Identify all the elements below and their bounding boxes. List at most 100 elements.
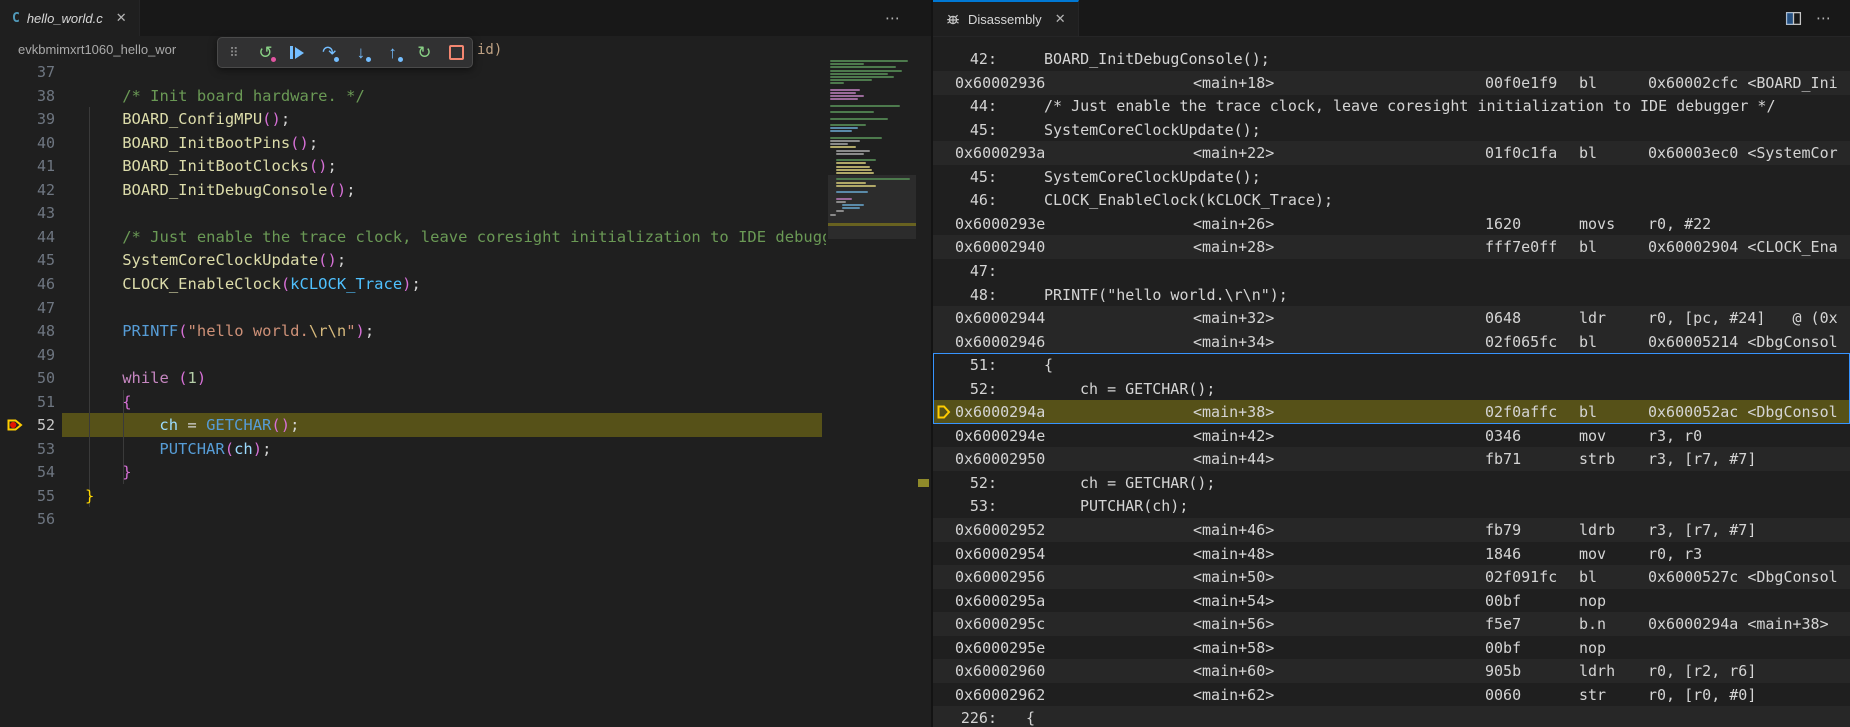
line-number[interactable]: 56 bbox=[0, 507, 55, 531]
line-number[interactable]: 43 bbox=[0, 201, 55, 225]
line-number[interactable]: 42 bbox=[0, 178, 55, 202]
minimap-code-bar bbox=[830, 140, 860, 142]
overview-ruler-scrollbar[interactable] bbox=[916, 36, 931, 727]
code-line-43[interactable]: 43 bbox=[0, 201, 826, 225]
line-number[interactable]: 50 bbox=[0, 366, 55, 390]
step-over-button[interactable]: ↷ bbox=[317, 41, 341, 65]
code-line-47[interactable]: 47 bbox=[0, 296, 826, 320]
line-number[interactable]: 40 bbox=[0, 131, 55, 155]
more-actions-icon[interactable]: ⋯ bbox=[1816, 9, 1832, 27]
disasm-source-line-row[interactable]: 45:SystemCoreClockUpdate(); bbox=[933, 118, 1850, 142]
disasm-instruction-row-0x6000294a[interactable]: 0x6000294a<main+38>02f0affcbl0x600052ac … bbox=[933, 400, 1850, 424]
line-number[interactable]: 54 bbox=[0, 460, 55, 484]
line-number[interactable]: 51 bbox=[0, 390, 55, 414]
stop-icon bbox=[449, 45, 464, 60]
disasm-instruction-row-0x60002962[interactable]: 0x60002962<main+62>0060strr0, [r0, #0] bbox=[933, 683, 1850, 707]
disasm-instruction-row-0x6000295e[interactable]: 0x6000295e<main+58>00bfnop bbox=[933, 636, 1850, 660]
code-line-38[interactable]: 38/* Init board hardware. */ bbox=[0, 84, 826, 108]
machine-code: 00f0e1f9 bbox=[1485, 71, 1557, 95]
mnemonic: bl bbox=[1579, 235, 1597, 259]
code-line-55[interactable]: 55} bbox=[0, 484, 826, 508]
disasm-source-line-row[interactable]: 52:ch = GETCHAR(); bbox=[933, 471, 1850, 495]
code-line-51[interactable]: 51{ bbox=[0, 390, 826, 414]
code-line-45[interactable]: 45SystemCoreClockUpdate(); bbox=[0, 248, 826, 272]
line-number[interactable]: 47 bbox=[0, 296, 55, 320]
disasm-instruction-row-0x6000295c[interactable]: 0x6000295c<main+56>f5e7b.n0x6000294a <ma… bbox=[933, 612, 1850, 636]
disasm-instruction-row-0x60002936[interactable]: 0x60002936<main+18>00f0e1f9bl0x60002cfc … bbox=[933, 71, 1850, 95]
reset-device-button[interactable]: ↺ bbox=[254, 41, 278, 65]
line-number[interactable]: 38 bbox=[0, 84, 55, 108]
stop-button[interactable] bbox=[444, 41, 468, 65]
symbol-offset: <main+32> bbox=[1193, 306, 1274, 330]
code-text: BOARD_InitBootPins(); bbox=[122, 131, 318, 155]
code-line-54[interactable]: 54} bbox=[0, 460, 826, 484]
line-number[interactable]: 49 bbox=[0, 343, 55, 367]
code-editor[interactable]: 3738/* Init board hardware. */39BOARD_Co… bbox=[0, 64, 826, 727]
code-line-46[interactable]: 46CLOCK_EnableClock(kCLOCK_Trace); bbox=[0, 272, 826, 296]
code-line-49[interactable]: 49 bbox=[0, 343, 826, 367]
drag-handle-button[interactable]: ⠿ bbox=[222, 41, 246, 65]
code-line-50[interactable]: 50while (1) bbox=[0, 366, 826, 390]
disasm-source-line-row[interactable]: 47: bbox=[933, 259, 1850, 283]
disasm-source-line-row[interactable]: 46:CLOCK_EnableClock(kCLOCK_Trace); bbox=[933, 188, 1850, 212]
disasm-instruction-row-0x60002960[interactable]: 0x60002960<main+60>905bldrhr0, [r2, r6] bbox=[933, 659, 1850, 683]
code-line-53[interactable]: 53PUTCHAR(ch); bbox=[0, 437, 826, 461]
split-editor-icon[interactable] bbox=[1785, 10, 1802, 27]
disasm-source-line-row[interactable]: 48:PRINTF("hello world.\r\n"); bbox=[933, 283, 1850, 307]
line-number[interactable]: 53 bbox=[0, 437, 55, 461]
code-line-48[interactable]: 48PRINTF("hello world.\r\n"); bbox=[0, 319, 826, 343]
instruction-address: 0x6000293e bbox=[955, 212, 1045, 236]
code-line-42[interactable]: 42BOARD_InitDebugConsole(); bbox=[0, 178, 826, 202]
line-number[interactable]: 41 bbox=[0, 154, 55, 178]
disasm-instruction-row-0x60002946[interactable]: 0x60002946<main+34>02f065fcbl0x60005214 … bbox=[933, 330, 1850, 354]
continue-button[interactable] bbox=[285, 41, 309, 65]
step-out-button[interactable]: ↑ bbox=[381, 41, 405, 65]
disasm-instruction-row-0x6000293a[interactable]: 0x6000293a<main+22>01f0c1fabl0x60003ec0 … bbox=[933, 141, 1850, 165]
disasm-instruction-row-0x6000295a[interactable]: 0x6000295a<main+54>00bfnop bbox=[933, 589, 1850, 613]
code-line-44[interactable]: 44/* Just enable the trace clock, leave … bbox=[0, 225, 826, 249]
code-line-41[interactable]: 41BOARD_InitBootClocks(); bbox=[0, 154, 826, 178]
disasm-instruction-row-0x60002952[interactable]: 0x60002952<main+46>fb79ldrbr3, [r7, #7] bbox=[933, 518, 1850, 542]
close-tab-icon[interactable]: ✕ bbox=[1055, 11, 1066, 27]
line-number[interactable]: 46 bbox=[0, 272, 55, 296]
disasm-source-line-row[interactable]: 52:ch = GETCHAR(); bbox=[933, 377, 1850, 401]
code-line-52[interactable]: 52ch = GETCHAR(); bbox=[0, 413, 826, 437]
line-number[interactable]: 55 bbox=[0, 484, 55, 508]
minimap-code-bar bbox=[830, 66, 896, 68]
close-tab-icon[interactable]: ✕ bbox=[116, 10, 127, 26]
disasm-instruction-row-0x60002940[interactable]: 0x60002940<main+28>fff7e0ffbl0x60002904 … bbox=[933, 235, 1850, 259]
line-number[interactable]: 44 bbox=[0, 225, 55, 249]
disasm-source-line-row[interactable]: 51:{ bbox=[933, 353, 1850, 377]
minimap[interactable] bbox=[828, 57, 916, 617]
machine-code: fb71 bbox=[1485, 447, 1521, 471]
line-number[interactable]: 39 bbox=[0, 107, 55, 131]
disasm-instruction-row-0x60002944[interactable]: 0x60002944<main+32>0648ldrr0, [pc, #24] … bbox=[933, 306, 1850, 330]
disasm-instruction-row-0x60002956[interactable]: 0x60002956<main+50>02f091fcbl0x6000527c … bbox=[933, 565, 1850, 589]
disasm-instruction-row-0x6000293e[interactable]: 0x6000293e<main+26>1620movsr0, #22 bbox=[933, 212, 1850, 236]
minimap-code-bar bbox=[830, 73, 888, 75]
disasm-source-line-row[interactable]: 226:{ bbox=[933, 706, 1850, 727]
disassembly-view[interactable]: 42:BOARD_InitDebugConsole();0x60002936<m… bbox=[933, 36, 1850, 727]
machine-code: 01f0c1fa bbox=[1485, 141, 1557, 165]
tab-disassembly[interactable]: Disassembly ✕ bbox=[933, 0, 1079, 36]
mnemonic: bl bbox=[1579, 330, 1597, 354]
disasm-source-line-row[interactable]: 44:/* Just enable the trace clock, leave… bbox=[933, 94, 1850, 118]
code-line-56[interactable]: 56 bbox=[0, 507, 826, 531]
disasm-instruction-row-0x6000294e[interactable]: 0x6000294e<main+42>0346movr3, r0 bbox=[933, 424, 1850, 448]
restart-button[interactable]: ↻ bbox=[412, 41, 436, 65]
line-number[interactable]: 45 bbox=[0, 248, 55, 272]
step-into-button[interactable]: ↓ bbox=[349, 41, 373, 65]
line-number[interactable]: 37 bbox=[0, 64, 55, 84]
code-line-40[interactable]: 40 BOARD_InitBootPins(); bbox=[0, 131, 826, 155]
line-number[interactable]: 48 bbox=[0, 319, 55, 343]
disasm-source-line-row[interactable]: 42:BOARD_InitDebugConsole(); bbox=[933, 47, 1850, 71]
tab-hello-world-c[interactable]: C hello_world.c ✕ bbox=[0, 0, 140, 36]
disasm-instruction-row-0x60002954[interactable]: 0x60002954<main+48>1846movr0, r3 bbox=[933, 542, 1850, 566]
symbol-offset: <main+28> bbox=[1193, 235, 1274, 259]
breakpoint-current-instruction-icon[interactable] bbox=[6, 416, 24, 438]
editor-actions-more-icon[interactable]: ⋯ bbox=[885, 9, 901, 27]
disasm-instruction-row-0x60002950[interactable]: 0x60002950<main+44>fb71strbr3, [r7, #7] bbox=[933, 447, 1850, 471]
disasm-source-line-row[interactable]: 45:SystemCoreClockUpdate(); bbox=[933, 165, 1850, 189]
code-line-39[interactable]: 39BOARD_ConfigMPU(); bbox=[0, 107, 826, 131]
disasm-source-line-row[interactable]: 53:PUTCHAR(ch); bbox=[933, 494, 1850, 518]
